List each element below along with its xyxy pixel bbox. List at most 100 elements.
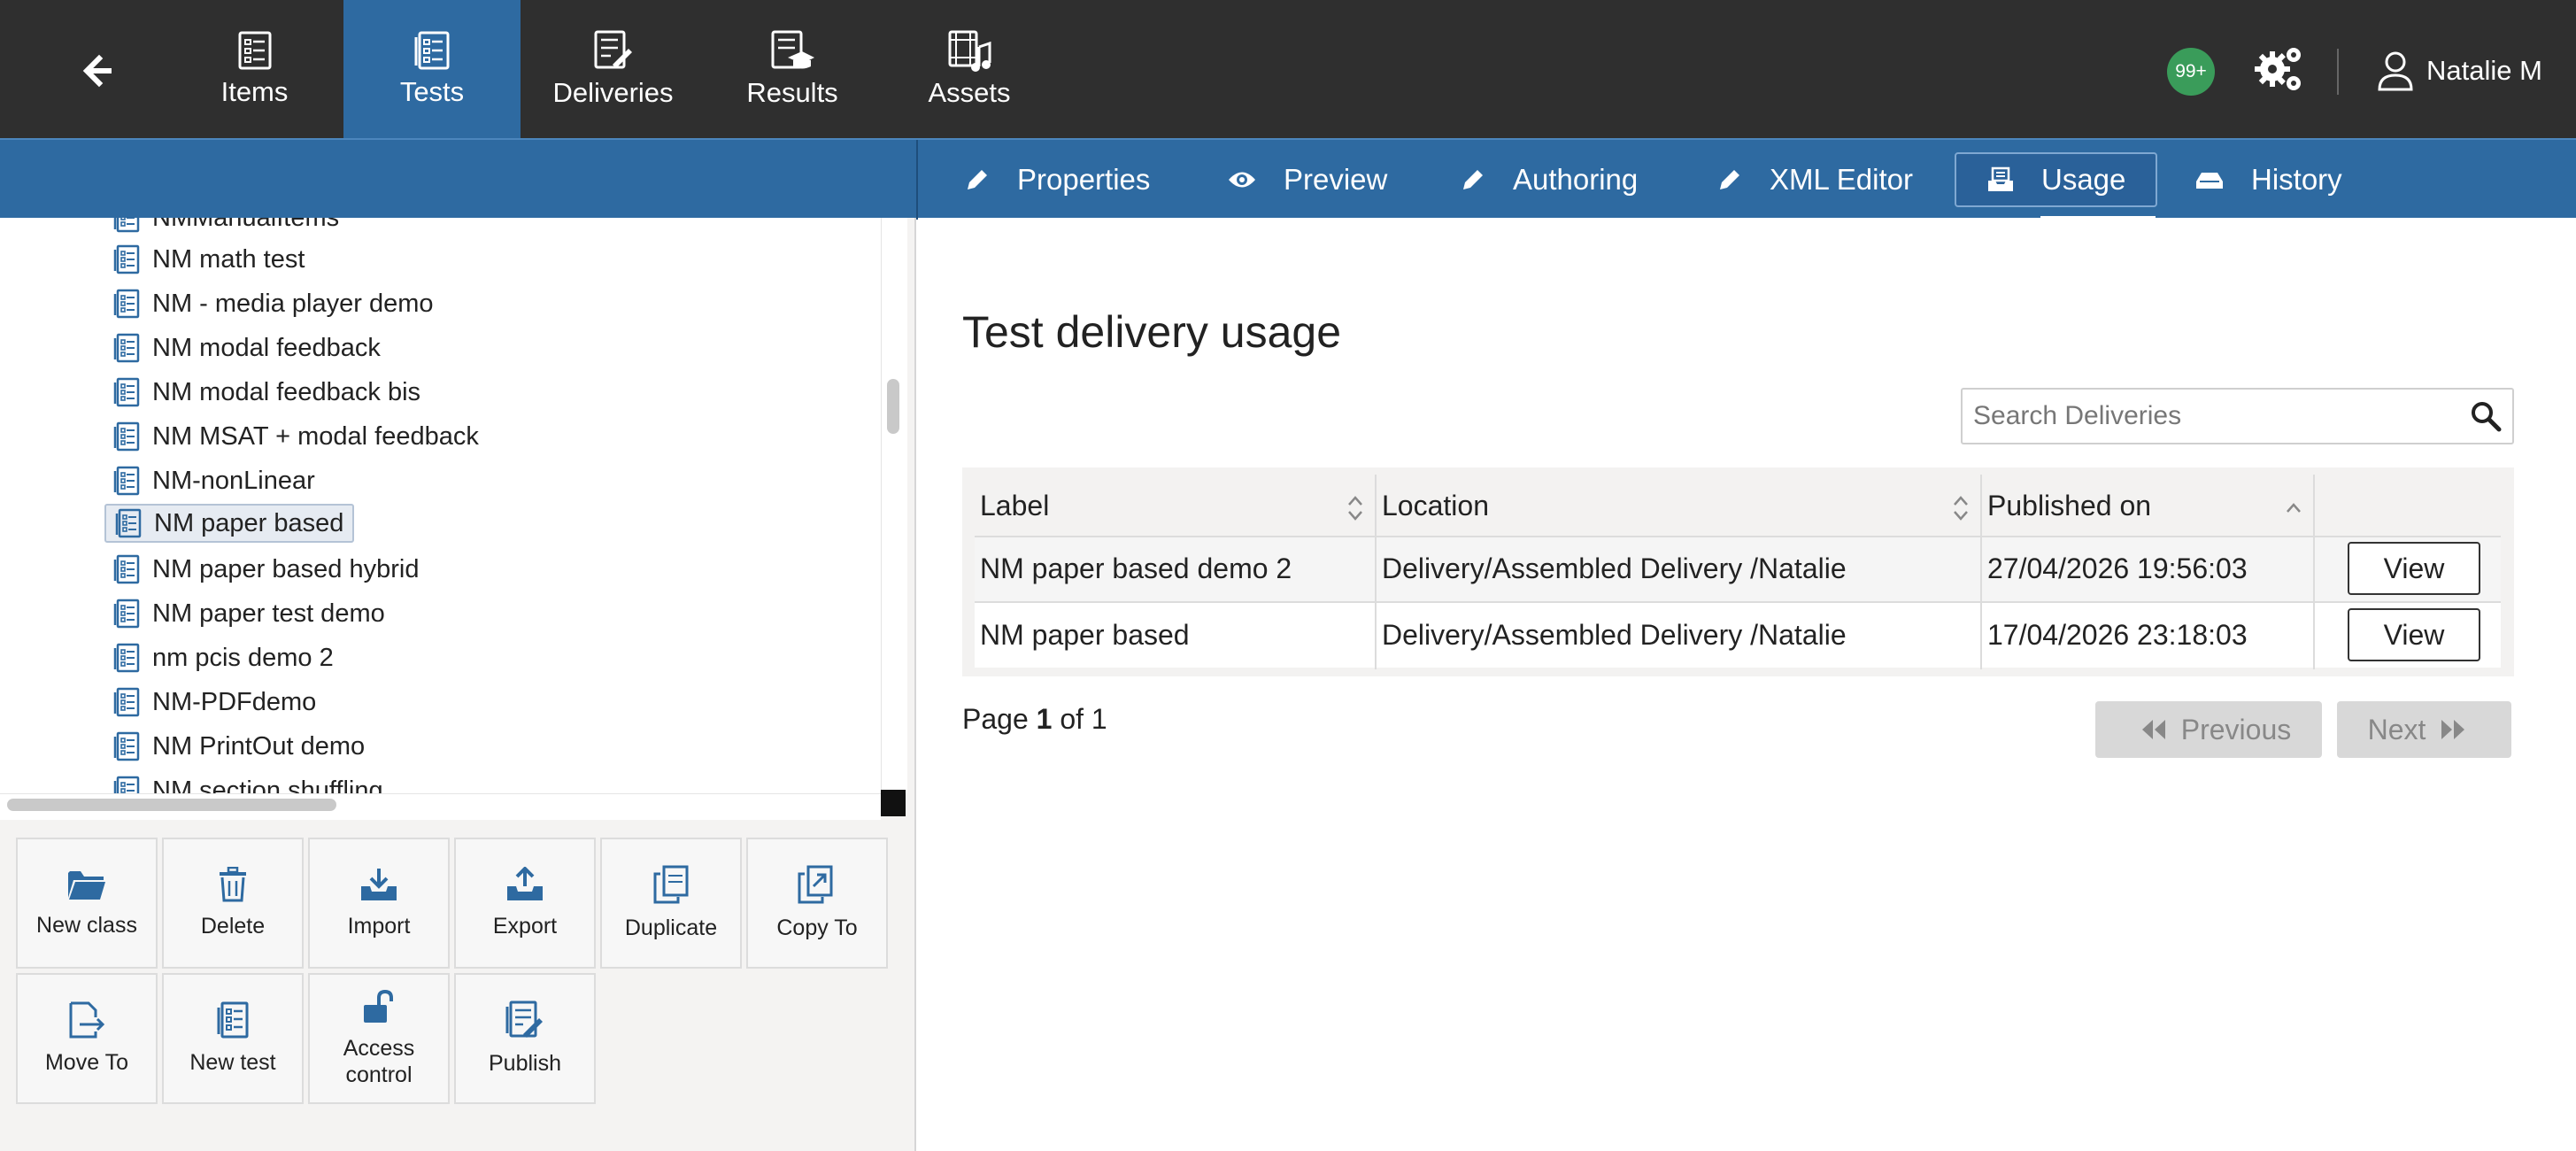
notification-badge[interactable]: 99+ <box>2167 48 2215 96</box>
header-separator <box>975 536 2501 537</box>
test-icon <box>113 554 140 584</box>
export-icon <box>507 867 543 900</box>
tab-label: Authoring <box>1513 163 1639 196</box>
new-test-button[interactable]: New test <box>162 973 304 1104</box>
resize-handle[interactable] <box>881 790 906 816</box>
tree-item[interactable]: NM modal feedback bis <box>104 373 429 412</box>
assets-icon <box>948 30 991 72</box>
deliveries-icon <box>594 30 632 69</box>
history-icon <box>2196 173 2223 189</box>
button-label: Publish <box>489 1051 561 1076</box>
results-icon <box>771 30 814 69</box>
tab-history[interactable]: History <box>2164 152 2372 207</box>
page-of: of <box>1060 703 1084 735</box>
tree-vertical-scrollbar[interactable] <box>881 218 907 793</box>
settings-button[interactable] <box>2253 42 2306 96</box>
tree-item-label: NM paper based hybrid <box>152 554 420 583</box>
button-label: New class <box>36 913 137 938</box>
nav-tab-label: Results <box>746 77 838 108</box>
import-button[interactable]: Import <box>308 838 450 969</box>
new-class-button[interactable]: New class <box>16 838 158 969</box>
test-tree: NMManualItems NM math test NM - media pl… <box>0 218 881 793</box>
cell-published-on: 17/04/2026 23:18:03 <box>1987 619 2248 651</box>
tab-label: History <box>2251 163 2342 196</box>
tree-item[interactable]: NM MSAT + modal feedback <box>104 417 488 456</box>
tree-item[interactable]: NM modal feedback <box>104 328 389 367</box>
nav-tab-deliveries[interactable]: Deliveries <box>536 0 690 138</box>
nav-tab-tests[interactable]: Tests <box>343 0 521 138</box>
move-to-icon <box>69 1001 105 1039</box>
tree-item[interactable]: NM paper based hybrid <box>104 550 428 589</box>
delete-button[interactable]: Delete <box>162 838 304 969</box>
tab-properties[interactable]: Properties <box>934 152 1180 207</box>
tree-item[interactable]: nm pcis demo 2 <box>104 638 343 677</box>
tree-item[interactable]: NM - media player demo <box>104 284 443 323</box>
tree-item[interactable]: NM math test <box>104 240 313 279</box>
search-icon[interactable] <box>2470 400 2502 432</box>
tree-item[interactable]: NMManualItems <box>104 218 348 237</box>
deliveries-table: Label Location Published on NM paper bas… <box>962 467 2514 676</box>
duplicate-button[interactable]: Duplicate <box>600 838 742 969</box>
nav-tab-label: Assets <box>928 77 1011 108</box>
topbar-separator <box>2337 49 2339 95</box>
column-header-location[interactable]: Location <box>1377 475 1982 537</box>
copy-to-button[interactable]: Copy To <box>746 838 888 969</box>
tree-item[interactable]: NM section shuffling <box>104 771 392 793</box>
access-control-button[interactable]: Access control <box>308 973 450 1104</box>
column-separator <box>1980 475 1982 669</box>
test-icon <box>113 643 140 673</box>
tree-item-selected[interactable]: NM paper based <box>104 504 355 543</box>
tree-item-label: NM paper test demo <box>152 599 385 628</box>
pencil-icon <box>1720 170 1739 189</box>
nav-tab-items[interactable]: Items <box>181 0 328 138</box>
test-icon <box>113 377 140 407</box>
tab-usage[interactable]: Usage <box>1955 152 2158 207</box>
eye-icon <box>1229 172 1255 188</box>
previous-label: Previous <box>2180 713 2292 745</box>
test-icon <box>113 687 140 717</box>
pencil-icon <box>968 170 987 189</box>
duplicate-icon <box>653 865 689 904</box>
nav-tab-assets[interactable]: Assets <box>899 0 1040 138</box>
move-to-button[interactable]: Move To <box>16 973 158 1104</box>
publish-button[interactable]: Publish <box>454 973 596 1104</box>
double-chevron-left-icon <box>2141 720 2165 739</box>
search-input[interactable] <box>1963 390 2458 443</box>
tree-horizontal-scroll-thumb[interactable] <box>7 799 336 811</box>
nav-tab-results[interactable]: Results <box>713 0 872 138</box>
tests-icon <box>414 31 450 70</box>
pencil-icon <box>1463 170 1483 189</box>
tree-vertical-scroll-thumb[interactable] <box>887 379 899 434</box>
sort-icon <box>1348 496 1362 521</box>
tab-authoring[interactable]: Authoring <box>1430 152 1668 207</box>
import-icon <box>361 869 397 900</box>
next-label: Next <box>2367 713 2426 745</box>
tree-item[interactable]: NM PrintOut demo <box>104 727 374 766</box>
button-label: Duplicate <box>624 915 718 940</box>
test-icon <box>113 289 140 319</box>
tab-label: XML Editor <box>1770 163 1914 196</box>
column-header-text: Published on <box>1987 489 2152 521</box>
user-menu[interactable]: Natalie M <box>2377 44 2542 97</box>
tree-item[interactable]: NM paper test demo <box>104 594 394 633</box>
next-button[interactable]: Next <box>2337 701 2511 758</box>
back-button[interactable] <box>62 35 133 106</box>
nav-tab-label: Tests <box>399 76 465 107</box>
copy-to-icon <box>798 865 833 904</box>
sort-ascending-icon <box>2287 503 2301 513</box>
button-label: Access control <box>343 1036 415 1087</box>
view-button[interactable]: View <box>2348 608 2480 661</box>
tab-preview[interactable]: Preview <box>1197 152 1417 207</box>
column-header-label[interactable]: Label <box>975 475 1377 537</box>
tab-xml-editor[interactable]: XML Editor <box>1686 152 1943 207</box>
search-box <box>1961 388 2514 444</box>
tree-item[interactable]: NM-nonLinear <box>104 461 324 500</box>
page-title: Test delivery usage <box>962 307 1342 357</box>
action-tab-bar: Properties Preview Authoring XML Editor … <box>0 138 2576 220</box>
tree-item[interactable]: NM-PDFdemo <box>104 683 325 722</box>
view-button[interactable]: View <box>2348 542 2480 595</box>
column-header-published-on[interactable]: Published on <box>1982 475 2315 537</box>
previous-button[interactable]: Previous <box>2095 701 2322 758</box>
export-button[interactable]: Export <box>454 838 596 969</box>
test-icon <box>217 1001 249 1039</box>
